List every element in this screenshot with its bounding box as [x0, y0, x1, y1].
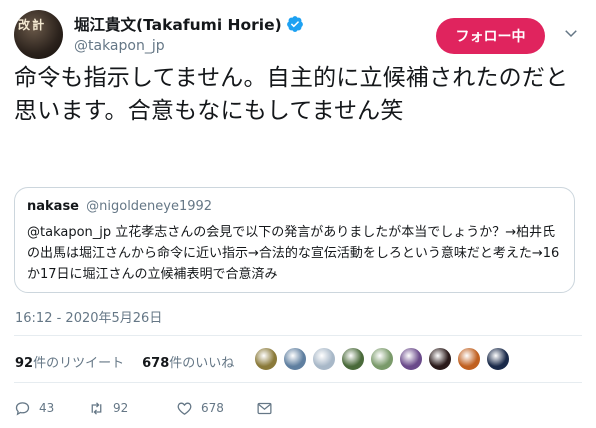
divider: [14, 335, 582, 336]
chevron-down-icon[interactable]: [562, 24, 580, 42]
tweet-header: 改 計 堀江貴文(Takafumi Horie) @takapon_jp フォロ…: [14, 10, 584, 62]
engagement-stats: 92件のリツイート 678件のいいね: [15, 352, 252, 371]
share-button[interactable]: [256, 400, 273, 417]
reply-button[interactable]: 43: [14, 400, 88, 417]
envelope-icon: [257, 402, 272, 414]
liker-avatar-6[interactable]: [399, 347, 423, 371]
retweet-stat-count: 92: [15, 356, 34, 371]
retweet-icon: [91, 401, 102, 415]
divider: [14, 382, 582, 383]
following-button[interactable]: フォロー中: [436, 18, 545, 54]
verified-badge-icon: [286, 16, 303, 32]
retweet-button[interactable]: 92: [88, 400, 176, 417]
liker-avatar-1[interactable]: [254, 347, 278, 371]
quoted-author-name: nakase: [27, 199, 79, 214]
liker-avatar-7[interactable]: [428, 347, 452, 371]
reply-count: 43: [39, 401, 55, 415]
author-handle[interactable]: @takapon_jp: [74, 38, 165, 54]
tweet-timestamp[interactable]: 16:12 - 2020年5月26日: [15, 307, 162, 326]
quoted-tweet-header: nakase @nigoldeneye1992: [27, 198, 562, 216]
author-avatar[interactable]: 改 計: [14, 10, 63, 59]
tweet-actions: 43 92 678: [14, 398, 314, 418]
liker-avatar-3[interactable]: [312, 347, 336, 371]
quoted-tweet[interactable]: nakase @nigoldeneye1992 @takapon_jp 立花孝志…: [14, 187, 575, 293]
liker-avatars: [254, 347, 515, 371]
like-stat[interactable]: 678件のいいね: [142, 352, 234, 371]
liker-avatar-5[interactable]: [370, 347, 394, 371]
like-stat-label: 件のいいね: [169, 356, 235, 371]
like-button[interactable]: 678: [176, 400, 256, 417]
heart-icon: [177, 402, 192, 415]
liker-avatar-9[interactable]: [486, 347, 510, 371]
reply-icon: [15, 401, 30, 415]
author-display-name[interactable]: 堀江貴文(Takafumi Horie): [74, 13, 282, 35]
liker-avatar-2[interactable]: [283, 347, 307, 371]
tweet-text: 命令も指示してません。自主的に立候補されたのだと思います。合意もなにもしてません…: [14, 65, 569, 124]
liker-avatar-4[interactable]: [341, 347, 365, 371]
liker-avatar-8[interactable]: [457, 347, 481, 371]
avatar-caption: 改 計: [18, 18, 44, 32]
author-name-row[interactable]: 堀江貴文(Takafumi Horie): [74, 13, 304, 35]
retweet-stat-label: 件のリツイート: [33, 356, 125, 371]
like-stat-count: 678: [142, 356, 170, 371]
quoted-tweet-text: @takapon_jp 立花孝志さんの会見で以下の発言がありましたが本当でしょう…: [27, 225, 560, 282]
like-count: 678: [201, 401, 224, 415]
quoted-author-handle: @nigoldeneye1992: [86, 199, 213, 214]
retweet-count: 92: [113, 401, 129, 415]
retweet-stat[interactable]: 92件のリツイート: [15, 352, 124, 371]
